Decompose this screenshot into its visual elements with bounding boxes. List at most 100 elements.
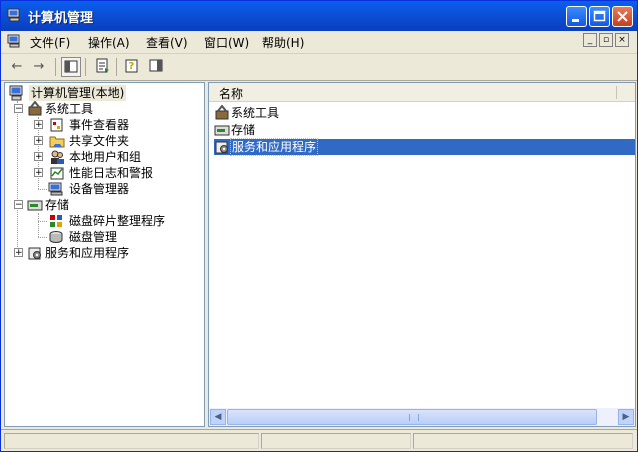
tree-label: 磁盘碎片整理程序 [69,214,166,228]
back-arrow-icon[interactable]: ← [7,57,27,77]
tree-node-device-manager[interactable]: 设备管理器 [48,181,198,197]
tree-node-defrag[interactable]: 磁盘碎片整理程序 [48,213,198,229]
computer-management-icon [9,85,23,101]
horizontal-scrollbar[interactable]: ◀ ▶ [209,408,635,426]
tree-label: 系统工具 [45,102,94,116]
scroll-thumb[interactable] [227,409,597,425]
title-bar[interactable]: 计算机管理 [1,1,637,31]
tree-node-disk-management[interactable]: 磁盘管理 [48,229,198,245]
defrag-icon [50,215,62,227]
tree-node-system-tools[interactable]: − 系统工具 [14,101,194,117]
tree-line [38,189,47,190]
list-item-system-tools[interactable]: 系统工具 [214,105,635,121]
toolbar: ← → ? [1,54,637,81]
computer-management-window: 计算机管理 文件(F) 操作(A) 查看(V) 窗口(W) 帮助(H) _ ▫ … [0,0,638,452]
performance-logs-icon [50,167,64,180]
tree-node-storage[interactable]: − 存储 [14,197,194,213]
collapse-icon[interactable]: − [14,200,23,210]
minimize-button[interactable] [566,6,587,27]
services-applications-icon [28,247,41,260]
maximize-button[interactable] [589,6,610,27]
list-item-label: 服务和应用程序 [230,138,319,156]
expand-icon[interactable]: + [34,136,43,146]
column-header-name[interactable]: 名称 [219,85,243,102]
close-button[interactable] [612,6,633,27]
forward-arrow-icon[interactable]: → [29,57,49,77]
menu-help[interactable]: 帮助(H) [262,34,304,51]
tree-label: 磁盘管理 [69,230,118,244]
list-header: 名称 [209,83,635,102]
event-viewer-icon [50,118,63,132]
status-cell [261,433,411,449]
scroll-left-icon[interactable]: ◀ [210,409,226,425]
minimize-icon [572,19,579,22]
svg-text:?: ? [129,61,135,72]
toolbar-separator [55,58,56,76]
expand-icon[interactable]: + [14,248,23,258]
tree-line [17,101,18,251]
column-separator[interactable] [616,86,617,99]
storage-icon [27,200,43,211]
tree-label: 设备管理器 [69,182,130,196]
tree-node-perf-logs[interactable]: + 性能日志和警报 [34,165,194,181]
tree-label: 事件查看器 [69,118,130,132]
tree-line [38,221,47,222]
collapse-icon[interactable]: − [14,104,23,114]
list-item-label: 系统工具 [231,106,280,120]
tree-node-shared-folders[interactable]: + 共享文件夹 [34,133,194,149]
system-tools-icon [215,105,229,120]
tree-node-local-users[interactable]: + 本地用户和组 [34,149,194,165]
device-manager-icon [48,182,63,196]
console-tree-pane[interactable]: 计算机管理(本地) − 系统工具 + 事件查看器 + 共享文件夹 + 本地用户和… [4,82,205,427]
disk-management-icon [49,231,63,243]
toolbar-separator [116,58,117,76]
help-topics-icon: ? [125,59,138,73]
shared-folder-icon [49,136,65,148]
system-tools-icon [28,101,42,116]
tree-label: 共享文件夹 [69,134,130,148]
menu-action[interactable]: 操作(A) [88,34,130,51]
tree-label: 服务和应用程序 [45,246,130,260]
export-list-button[interactable] [93,57,113,77]
menu-file[interactable]: 文件(F) [30,34,70,51]
show-hide-action-pane-button[interactable] [146,57,166,77]
tree-line [38,213,39,237]
tree-node-services-apps[interactable]: + 服务和应用程序 [14,245,194,261]
toolbar-separator [85,58,86,76]
console-icon[interactable] [7,34,23,48]
details-pane[interactable]: 名称 系统工具 存储 服务和应用程序 ◀ ▶ [208,82,636,427]
expand-icon[interactable]: + [34,168,43,178]
maximize-icon [593,10,606,22]
scroll-right-icon[interactable]: ▶ [618,409,634,425]
status-bar [1,429,637,452]
services-applications-icon [215,141,228,154]
child-minimize-button[interactable]: _ [583,33,597,47]
menu-bar: 文件(F) 操作(A) 查看(V) 窗口(W) 帮助(H) [1,31,637,54]
child-close-button[interactable]: × [615,33,629,47]
status-cell [4,433,259,449]
window-title: 计算机管理 [28,11,94,26]
tree-root-label: 计算机管理(本地) [29,85,127,101]
list-item-services-apps[interactable]: 服务和应用程序 [214,138,635,156]
tree-label: 本地用户和组 [69,150,142,164]
tree-label: 存储 [45,198,70,212]
tree-node-root[interactable]: 计算机管理(本地) [9,85,199,101]
help-button[interactable]: ? [122,57,142,77]
menu-window[interactable]: 窗口(W) [204,34,249,51]
tree-node-event-viewer[interactable]: + 事件查看器 [34,117,194,133]
list-item-label: 存储 [231,123,256,137]
expand-icon[interactable]: + [34,152,43,162]
export-list-icon [96,58,109,73]
console-tree-icon [64,60,78,73]
child-restore-button[interactable]: ▫ [599,33,613,47]
expand-icon[interactable]: + [34,120,43,130]
users-icon [51,150,64,164]
status-cell [413,433,633,449]
storage-icon [214,125,230,136]
show-hide-tree-button[interactable] [61,57,81,77]
pane-icon [149,59,163,72]
list-item-storage[interactable]: 存储 [214,122,635,138]
menu-view[interactable]: 查看(V) [146,34,188,51]
scroll-grip [409,414,419,421]
tree-line [38,237,47,238]
